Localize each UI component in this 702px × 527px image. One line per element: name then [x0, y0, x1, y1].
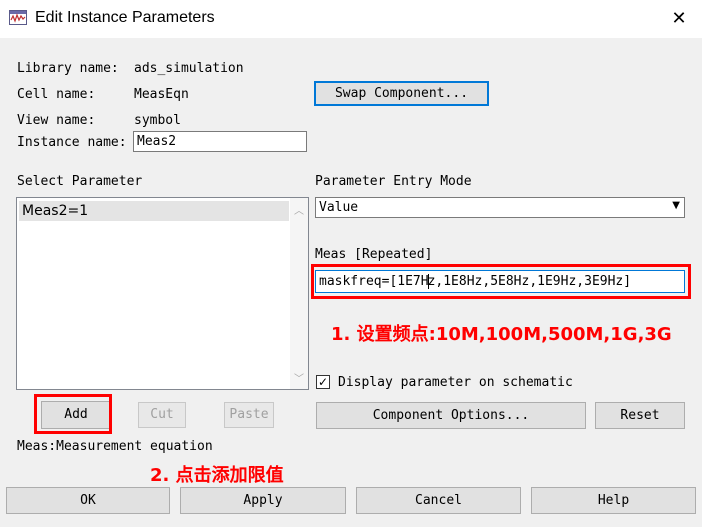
view-name-label: View name:	[17, 113, 96, 128]
title-bar: Edit Instance Parameters ✕	[0, 0, 702, 38]
cell-name-value: MeasEqn	[134, 87, 189, 102]
swap-component-button[interactable]: Swap Component...	[314, 81, 489, 106]
chevron-up-icon[interactable]: ︿	[290, 202, 308, 217]
annotation-step2: 2. 点击添加限值	[150, 465, 284, 486]
entry-mode-heading: Parameter Entry Mode	[315, 174, 472, 189]
list-item[interactable]: Meas2=1	[19, 201, 289, 221]
parameter-list[interactable]: Meas2=1 ︿ ﹀	[16, 197, 309, 390]
help-button[interactable]: Help	[531, 487, 696, 514]
library-name-label: Library name:	[17, 61, 119, 76]
cut-button[interactable]: Cut	[138, 402, 186, 428]
parameter-description: Meas:Measurement equation	[17, 439, 213, 454]
display-parameter-label: Display parameter on schematic	[338, 375, 573, 390]
add-highlight-box	[34, 394, 112, 434]
component-options-button[interactable]: Component Options...	[316, 402, 586, 429]
window-title: Edit Instance Parameters	[35, 9, 215, 26]
close-icon[interactable]: ✕	[656, 0, 702, 38]
entry-mode-value: Value	[319, 200, 359, 215]
apply-button[interactable]: Apply	[180, 487, 346, 514]
instance-name-input[interactable]: Meas2	[133, 131, 307, 152]
paste-button[interactable]: Paste	[224, 402, 274, 428]
reset-button[interactable]: Reset	[595, 402, 685, 429]
triangle-down-icon: ▼	[672, 200, 680, 211]
list-scrollbar[interactable]: ︿ ﹀	[290, 198, 308, 389]
annotation-step1: 1. 设置频点:10M,100M,500M,1G,3G	[331, 324, 672, 345]
meas-label: Meas [Repeated]	[315, 247, 433, 262]
view-name-value: symbol	[134, 113, 181, 128]
instance-name-label: Instance name:	[17, 135, 127, 150]
ok-button[interactable]: OK	[6, 487, 170, 514]
app-waveform-icon	[9, 10, 27, 25]
select-parameter-heading: Select Parameter	[17, 174, 143, 189]
library-name-value: ads_simulation	[134, 61, 244, 76]
meas-highlight-box	[311, 264, 691, 299]
cell-name-label: Cell name:	[17, 87, 96, 102]
display-parameter-checkbox[interactable]: ✓	[316, 375, 330, 389]
chevron-down-icon[interactable]: ﹀	[290, 370, 308, 385]
entry-mode-select[interactable]: Value ▼	[315, 197, 685, 218]
cancel-button[interactable]: Cancel	[356, 487, 521, 514]
